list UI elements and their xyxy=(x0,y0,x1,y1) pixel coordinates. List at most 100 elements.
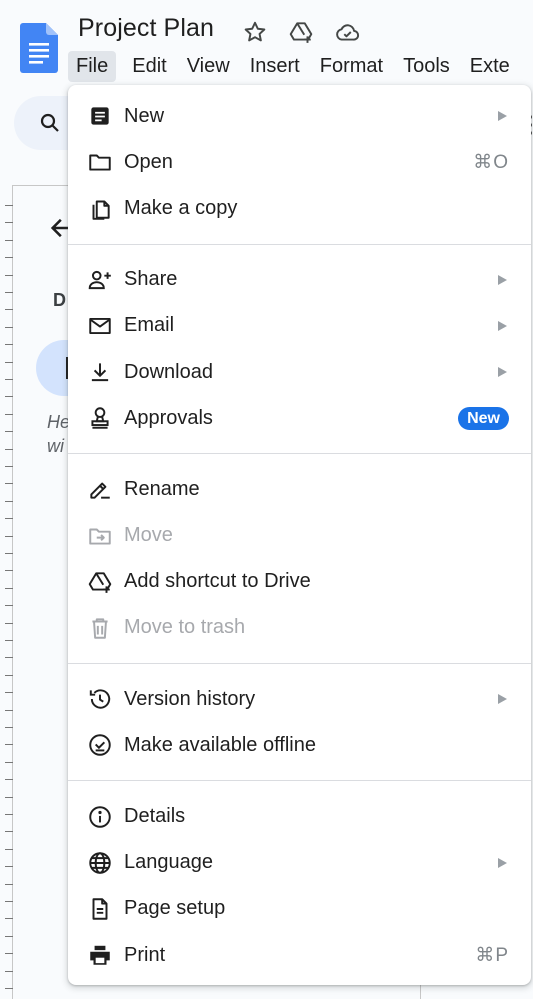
menu-file[interactable]: File xyxy=(68,50,117,82)
menu-item-version-history[interactable]: Version history xyxy=(68,676,531,722)
ruler-tick xyxy=(5,483,13,485)
ruler-tick xyxy=(5,814,13,815)
globe-icon xyxy=(87,850,113,876)
ruler-tick xyxy=(5,326,13,328)
menu-insert[interactable]: Insert xyxy=(242,51,308,82)
ruler-tick xyxy=(5,709,13,711)
menu-item-make-a-copy[interactable]: Make a copy xyxy=(68,185,531,231)
search-icon xyxy=(38,111,62,135)
ruler-tick xyxy=(5,413,13,415)
ruler-tick xyxy=(5,570,13,572)
ruler-tick xyxy=(5,727,13,728)
share-person-icon xyxy=(87,267,113,293)
ruler-tick xyxy=(5,518,13,520)
ruler-tick xyxy=(5,379,13,380)
menu-item-rename[interactable]: Rename xyxy=(68,466,531,512)
ruler-tick xyxy=(5,274,13,276)
menu-edit[interactable]: Edit xyxy=(124,51,174,82)
shortcut-print: ⌘P xyxy=(475,944,509,966)
ruler-tick xyxy=(5,692,13,694)
shortcut-open: ⌘O xyxy=(473,151,509,173)
file-menu: New Open ⌘O Make a copy Share Email Down… xyxy=(68,85,531,985)
vertical-ruler[interactable] xyxy=(0,185,13,999)
submenu-arrow-icon xyxy=(498,320,507,331)
outline-heading: D xyxy=(53,290,66,310)
document-title[interactable]: Project Plan xyxy=(78,14,214,43)
menu-item-download[interactable]: Download xyxy=(68,349,531,395)
menu-item-details[interactable]: Details xyxy=(68,793,531,839)
ruler-tick xyxy=(5,535,13,537)
ruler-tick xyxy=(5,587,13,589)
ruler-tick xyxy=(5,239,13,241)
ruler-tick xyxy=(5,640,13,641)
menu-item-make-available-offline[interactable]: Make available offline xyxy=(68,722,531,768)
ruler-tick xyxy=(5,796,13,798)
menu-item-approvals[interactable]: Approvals New xyxy=(68,395,531,441)
ruler-tick xyxy=(5,935,13,937)
menu-item-language[interactable]: Language xyxy=(68,840,531,886)
menu-item-email[interactable]: Email xyxy=(68,303,531,349)
star-icon[interactable] xyxy=(242,19,268,45)
ruler-tick xyxy=(5,309,13,311)
submenu-arrow-icon xyxy=(498,111,507,122)
ruler-tick xyxy=(5,500,13,502)
ruler-tick xyxy=(5,553,13,554)
ruler-top-line xyxy=(13,185,73,186)
ruler-tick xyxy=(5,605,13,607)
folder-icon xyxy=(87,149,113,175)
menu-item-new[interactable]: New xyxy=(68,93,531,139)
ruler-tick xyxy=(5,222,13,224)
ruler-tick xyxy=(5,396,13,398)
mail-icon xyxy=(87,313,113,339)
ruler-tick xyxy=(5,883,13,885)
ruler-tick xyxy=(5,431,13,433)
move-folder-icon xyxy=(87,523,113,549)
menu-format[interactable]: Format xyxy=(312,51,391,82)
ruler-tick xyxy=(5,953,13,955)
menu-item-open[interactable]: Open ⌘O xyxy=(68,139,531,185)
ruler-tick xyxy=(5,744,13,746)
move-to-drive-icon[interactable] xyxy=(288,19,314,45)
menu-item-move-to-trash[interactable]: Move to trash xyxy=(68,605,531,651)
page-edge xyxy=(420,985,421,999)
ruler-tick xyxy=(5,970,13,972)
submenu-arrow-icon xyxy=(498,274,507,285)
ruler-tick xyxy=(5,257,13,259)
ruler-tick xyxy=(5,292,13,293)
ruler-tick xyxy=(5,657,13,659)
download-icon xyxy=(87,359,113,385)
menu-separator xyxy=(68,453,531,455)
printer-icon xyxy=(87,942,113,968)
menu-item-share[interactable]: Share xyxy=(68,257,531,303)
submenu-arrow-icon xyxy=(498,367,507,378)
cloud-saved-icon[interactable] xyxy=(334,19,360,45)
drive-shortcut-icon xyxy=(87,569,113,595)
menu-item-move[interactable]: Move xyxy=(68,513,531,559)
menu-item-page-setup[interactable]: Page setup xyxy=(68,886,531,932)
ruler-tick xyxy=(5,988,13,989)
menu-separator xyxy=(68,243,531,245)
menu-extensions[interactable]: Exte xyxy=(462,51,518,82)
menu-item-print[interactable]: Print ⌘P xyxy=(68,932,531,978)
trash-icon xyxy=(87,615,113,641)
menubar: File Edit View Insert Format Tools Exte xyxy=(68,49,522,83)
submenu-arrow-icon xyxy=(498,694,507,705)
new-document-icon xyxy=(87,103,113,129)
menu-item-add-shortcut[interactable]: Add shortcut to Drive xyxy=(68,559,531,605)
docs-logo-icon[interactable] xyxy=(20,23,58,73)
ruler-tick xyxy=(5,205,13,206)
ruler-tick xyxy=(5,866,13,868)
menu-view[interactable]: View xyxy=(179,51,238,82)
offline-check-icon xyxy=(87,732,113,758)
ruler-tick xyxy=(5,779,13,781)
info-icon xyxy=(87,804,113,830)
ruler-tick xyxy=(5,448,13,450)
ruler-tick xyxy=(5,901,13,902)
ruler-tick xyxy=(5,674,13,676)
menu-separator xyxy=(68,663,531,665)
menu-tools[interactable]: Tools xyxy=(395,51,458,82)
submenu-arrow-icon xyxy=(498,857,507,868)
ruler-tick xyxy=(5,344,13,346)
history-icon xyxy=(87,686,113,712)
ruler-tick xyxy=(5,761,13,763)
